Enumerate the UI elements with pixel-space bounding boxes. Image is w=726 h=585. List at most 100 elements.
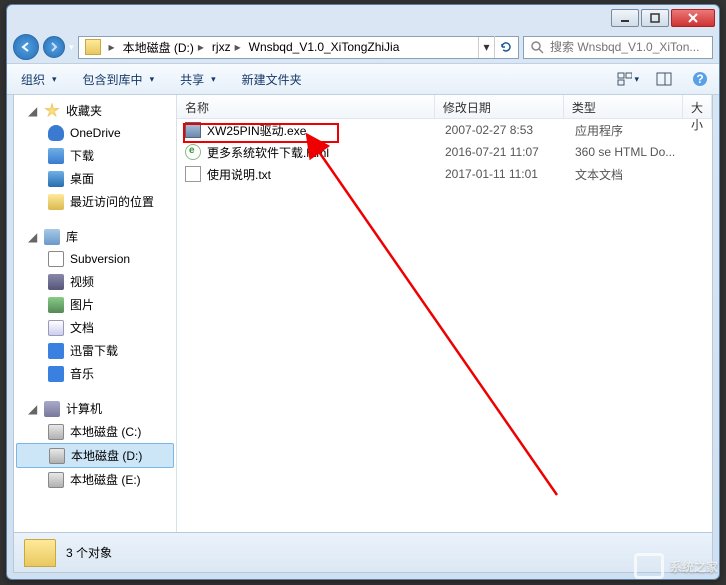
sidebar-item-label: 视频 — [70, 273, 94, 290]
drive-icon — [48, 472, 64, 488]
sidebar-item-label: 下载 — [70, 147, 94, 164]
file-date: 2007-02-27 8:53 — [437, 123, 567, 137]
crumb-label: Wnsbqd_V1.0_XiTongZhiJia — [249, 40, 400, 54]
sidebar-item-subversion[interactable]: Subversion — [14, 248, 176, 270]
computer-icon — [44, 401, 60, 417]
breadcrumb-sep[interactable]: ▸ — [105, 37, 119, 58]
sidebar-item-label: 文档 — [70, 319, 94, 336]
search-box[interactable] — [523, 36, 713, 59]
sidebar-item-label: 最近访问的位置 — [70, 193, 154, 210]
file-row[interactable]: 使用说明.txt 2017-01-11 11:01 文本文档 — [177, 163, 712, 185]
breadcrumb-2[interactable]: rjxz▸ — [208, 37, 245, 58]
organize-button[interactable]: 组织 — [15, 69, 63, 90]
sidebar-item-drive-e[interactable]: 本地磁盘 (E:) — [14, 468, 176, 491]
file-name: 更多系统软件下载.html — [207, 144, 329, 161]
breadcrumb-1[interactable]: 本地磁盘 (D:)▸ — [119, 37, 208, 58]
star-icon — [44, 103, 60, 119]
file-list[interactable]: 名称 修改日期 类型 大小 XW25PIN驱动.exe 2007-02-27 8… — [177, 95, 712, 532]
file-row[interactable]: XW25PIN驱动.exe 2007-02-27 8:53 应用程序 — [177, 119, 712, 141]
collapse-icon: ◢ — [28, 230, 38, 244]
sidebar-item-label: Subversion — [70, 252, 130, 266]
address-row: ▾ ▸ 本地磁盘 (D:)▸ rjxz▸ Wnsbqd_V1.0_XiTongZ… — [7, 31, 719, 63]
titlebar[interactable] — [7, 5, 719, 31]
crumb-label: rjxz — [212, 40, 231, 54]
address-dropdown-icon[interactable]: ▾ — [478, 37, 494, 58]
col-date[interactable]: 修改日期 — [435, 95, 564, 118]
sidebar-item-videos[interactable]: 视频 — [14, 270, 176, 293]
sidebar-computer: ◢计算机 本地磁盘 (C:) 本地磁盘 (D:) 本地磁盘 (E:) — [14, 393, 176, 499]
recent-icon — [48, 194, 64, 210]
sidebar-item-label: OneDrive — [70, 126, 121, 140]
help-button[interactable]: ? — [689, 68, 711, 90]
file-name: XW25PIN驱动.exe — [207, 122, 306, 139]
txt-icon — [185, 166, 201, 182]
sidebar-label: 计算机 — [66, 400, 102, 417]
sidebar-head-libraries[interactable]: ◢库 — [14, 225, 176, 248]
refresh-button[interactable] — [494, 36, 516, 58]
sidebar-label: 收藏夹 — [66, 102, 102, 119]
sidebar-item-downloads[interactable]: 下载 — [14, 144, 176, 167]
col-type[interactable]: 类型 — [564, 95, 683, 118]
new-folder-button[interactable]: 新建文件夹 — [236, 69, 308, 90]
file-date: 2016-07-21 11:07 — [437, 145, 567, 159]
status-text: 3 个对象 — [66, 544, 112, 561]
include-library-button[interactable]: 包含到库中 — [77, 69, 161, 90]
sidebar-item-xunlei[interactable]: 迅雷下载 — [14, 339, 176, 362]
nav-dropdown-icon[interactable]: ▾ — [69, 42, 74, 53]
breadcrumb-3[interactable]: Wnsbqd_V1.0_XiTongZhiJia — [245, 37, 404, 58]
cloud-icon — [48, 125, 64, 141]
body: ◢收藏夹 OneDrive 下载 桌面 最近访问的位置 ◢库 Subversio… — [13, 95, 713, 533]
sidebar-item-onedrive[interactable]: OneDrive — [14, 122, 176, 144]
minimize-button[interactable] — [611, 9, 639, 27]
close-button[interactable] — [671, 9, 715, 27]
html-icon — [185, 144, 201, 160]
col-size[interactable]: 大小 — [683, 95, 712, 118]
svg-text:?: ? — [696, 72, 703, 86]
sidebar-head-favorites[interactable]: ◢收藏夹 — [14, 99, 176, 122]
forward-button[interactable] — [43, 36, 65, 58]
file-type: 文本文档 — [567, 166, 687, 183]
sidebar-item-documents[interactable]: 文档 — [14, 316, 176, 339]
sidebar-item-label: 图片 — [70, 296, 94, 313]
sidebar-item-drive-d[interactable]: 本地磁盘 (D:) — [16, 443, 174, 468]
drive-icon — [48, 424, 64, 440]
sidebar-libraries: ◢库 Subversion 视频 图片 文档 迅雷下载 音乐 — [14, 221, 176, 393]
crumb-label: 本地磁盘 (D:) — [123, 39, 194, 56]
sidebar-item-pictures[interactable]: 图片 — [14, 293, 176, 316]
sidebar-item-label: 本地磁盘 (E:) — [70, 471, 141, 488]
folder-icon — [24, 539, 56, 567]
sidebar-item-label: 音乐 — [70, 365, 94, 382]
sidebar-item-music[interactable]: 音乐 — [14, 362, 176, 385]
drive-icon — [49, 448, 65, 464]
watermark-text: 系统之家 — [670, 558, 718, 575]
view-options-button[interactable]: ▾ — [617, 68, 639, 90]
file-row[interactable]: 更多系统软件下载.html 2016-07-21 11:07 360 se HT… — [177, 141, 712, 163]
sidebar-item-recent[interactable]: 最近访问的位置 — [14, 190, 176, 213]
drive-icon — [85, 39, 101, 55]
share-button[interactable]: 共享 — [174, 69, 222, 90]
sidebar-item-desktop[interactable]: 桌面 — [14, 167, 176, 190]
download-icon — [48, 148, 64, 164]
col-name[interactable]: 名称 — [177, 95, 435, 118]
rows: XW25PIN驱动.exe 2007-02-27 8:53 应用程序 更多系统软… — [177, 119, 712, 185]
sidebar-item-drive-c[interactable]: 本地磁盘 (C:) — [14, 420, 176, 443]
music-icon — [48, 366, 64, 382]
file-date: 2017-01-11 11:01 — [437, 167, 567, 181]
address-bar[interactable]: ▸ 本地磁盘 (D:)▸ rjxz▸ Wnsbqd_V1.0_XiTongZhi… — [78, 36, 519, 59]
sidebar-item-label: 迅雷下载 — [70, 342, 118, 359]
library-icon — [44, 229, 60, 245]
maximize-button[interactable] — [641, 9, 669, 27]
search-input[interactable] — [550, 40, 706, 54]
watermark-logo-icon — [634, 553, 664, 579]
sidebar-head-computer[interactable]: ◢计算机 — [14, 397, 176, 420]
watermark: 系统之家 — [634, 553, 718, 579]
file-type: 360 se HTML Do... — [567, 145, 687, 159]
back-button[interactable] — [13, 34, 39, 60]
column-headers: 名称 修改日期 类型 大小 — [177, 95, 712, 119]
file-type: 应用程序 — [567, 122, 687, 139]
sidebar-item-label: 本地磁盘 (C:) — [70, 423, 141, 440]
sidebar-item-label: 桌面 — [70, 170, 94, 187]
video-icon — [48, 274, 64, 290]
preview-pane-button[interactable] — [653, 68, 675, 90]
sidebar[interactable]: ◢收藏夹 OneDrive 下载 桌面 最近访问的位置 ◢库 Subversio… — [14, 95, 177, 532]
